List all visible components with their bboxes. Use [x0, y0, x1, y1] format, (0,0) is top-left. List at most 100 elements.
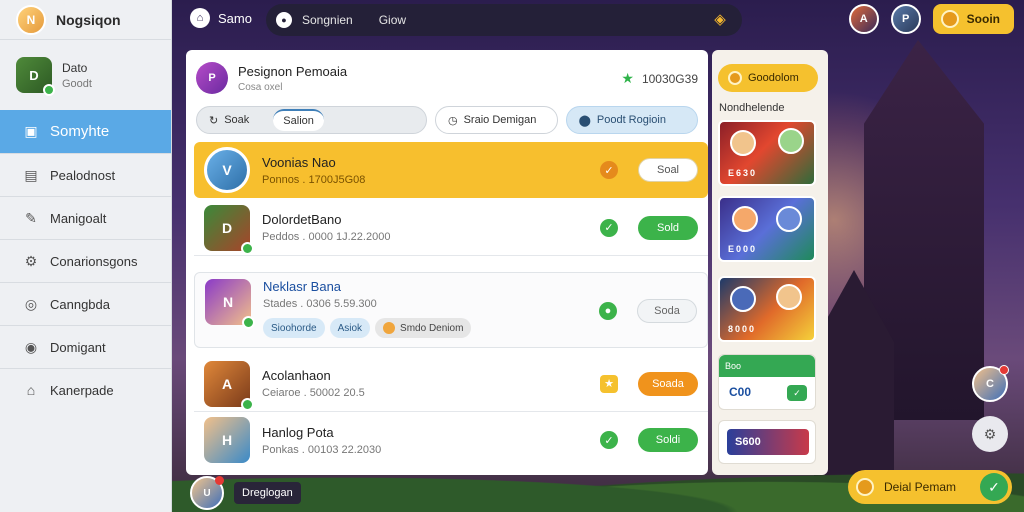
lobby-panel: P Pesignon Pemoaia Cosa oxel ★ 10030G39 …: [186, 50, 708, 475]
join-button[interactable]: Soda: [637, 299, 697, 323]
sidebar-item-manigoalt[interactable]: ✎ Manigoalt: [0, 196, 171, 239]
featured-games-column: Goodolom Nondhelende E630 E000 8000 Boo …: [712, 50, 828, 475]
tab-sort-selected[interactable]: Salion: [273, 109, 324, 131]
sidebar-user[interactable]: D Dato Goodt: [0, 40, 171, 110]
join-button[interactable]: Soldi: [638, 428, 698, 452]
reward-card[interactable]: Boo C00 ✓: [718, 354, 816, 410]
game-thumbnail[interactable]: E000: [718, 196, 816, 262]
document-icon: ▤: [24, 166, 38, 183]
player-initial: V: [222, 162, 232, 178]
player-avatar[interactable]: V: [204, 147, 250, 193]
star-icon: ★: [621, 70, 634, 86]
sidebar-item-conarionsgons[interactable]: ⚙ Conarionsgons: [0, 239, 171, 282]
join-button[interactable]: Sold: [638, 215, 698, 240]
profile-avatar[interactable]: P: [890, 4, 921, 34]
tab-smart[interactable]: ◷ Sraio Demigan: [434, 106, 558, 134]
lobby-row[interactable]: V Voonias Nao Ponnos . 1700J5G08 ✓ Soal: [194, 142, 708, 198]
lobby-row-expanded[interactable]: N Neklasr Bana Stades . 0306 5.59.300 Si…: [194, 272, 708, 348]
user-initial: D: [29, 67, 39, 83]
lobby-row[interactable]: A Acolanhaon Ceiaroe . 50002 20.5 ★ Soad…: [194, 356, 708, 412]
sidebar-item-kanerpade[interactable]: ⌂ Kanerpade: [0, 368, 171, 411]
online-badge: [242, 316, 255, 329]
gold-reward-button[interactable]: Goodolom: [718, 64, 818, 92]
user-subtitle: Goodt: [62, 77, 92, 90]
user-avatar[interactable]: D: [16, 57, 55, 96]
game-thumbnail[interactable]: 8000: [718, 276, 816, 342]
chat-avatar[interactable]: C: [972, 365, 1009, 402]
sidebar-item-pealodnost[interactable]: ▤ Pealodnost: [0, 153, 171, 196]
refresh-icon: ↻: [209, 114, 219, 127]
home-button[interactable]: ⌂ Samo: [190, 8, 252, 28]
player-name: Hanlog Pota: [262, 424, 334, 440]
bonus-card[interactable]: S600: [718, 420, 816, 464]
clock-icon: ◷: [447, 114, 458, 127]
bottom-user-avatar[interactable]: U: [190, 476, 224, 510]
detail-button[interactable]: Deial Pemam ✓: [848, 470, 1012, 504]
trophy-icon: ★: [600, 374, 618, 393]
player-name: Neklasr Bana: [263, 279, 342, 294]
sidebar-item-label: Pealodnost: [50, 167, 116, 183]
detail-button-label: Deial Pemam: [884, 480, 957, 494]
tag-chip[interactable]: Sioohorde: [263, 318, 325, 338]
game-thumbnail[interactable]: E630: [718, 120, 816, 186]
search-bar[interactable]: ● Songnien Giow ◈: [266, 4, 742, 36]
gold-label: Sooin: [966, 12, 1000, 26]
game-label: E000: [728, 244, 758, 254]
search-label: Songnien: [302, 13, 353, 27]
player-name: Acolanhaon: [262, 368, 331, 383]
player-avatar[interactable]: D: [204, 204, 254, 255]
tab-sort[interactable]: ↻ Soak Salion: [196, 106, 427, 134]
bottom-user[interactable]: U Dreglogan: [190, 476, 301, 510]
player-avatar[interactable]: N: [205, 279, 255, 329]
featured-caption: Nondhelende: [719, 102, 785, 114]
hero-portrait: [776, 284, 802, 310]
search-input[interactable]: Giow: [379, 13, 406, 27]
sidebar-item-label: Kanerpade: [50, 382, 114, 398]
lobby-row[interactable]: D DolordetBano Peddos . 0000 1J.22.2000 …: [194, 200, 708, 256]
lobby-row[interactable]: H Hanlog Pota Ponkas . 00103 22.2030 ✓ S…: [194, 412, 708, 468]
player-initial: H: [221, 432, 233, 448]
panel-avatar[interactable]: P: [196, 62, 228, 94]
player-count: ★ 10030G39: [621, 70, 698, 87]
player-avatar[interactable]: H: [204, 417, 250, 463]
top-right-controls: A P Sooin: [848, 4, 1014, 34]
check-badge-icon: ✓: [600, 161, 618, 179]
sidebar-item-label: Conarionsgons: [50, 253, 138, 269]
notification-badge: [999, 365, 1009, 375]
sidebar-item-label: Domigant: [50, 339, 106, 355]
player-name: Voonias Nao: [262, 154, 336, 170]
player-meta: Ceiaroe . 50002 20.5: [262, 387, 365, 399]
tag-list: Sioohorde Asiok Smdo Deniom: [263, 318, 472, 338]
join-button[interactable]: Soada: [638, 371, 698, 396]
home-icon: ⌂: [190, 8, 210, 28]
settings-button[interactable]: ⚙: [972, 416, 1008, 452]
search-icon: ●: [276, 12, 292, 28]
sidebar-item-domigant[interactable]: ◉ Domigant: [0, 325, 171, 368]
notification-badge: [215, 476, 224, 485]
app-logo-avatar[interactable]: N: [16, 4, 46, 35]
confirm-check-icon[interactable]: ✓: [980, 473, 1008, 501]
player-avatar[interactable]: A: [204, 360, 254, 411]
bonus-card-value: S600: [727, 429, 809, 455]
gold-button[interactable]: Sooin: [932, 4, 1014, 34]
tag-chip[interactable]: Asiok: [329, 318, 371, 338]
online-badge: [241, 397, 254, 411]
player-initial: A: [221, 375, 233, 392]
top-bar: ⌂ Samo ● Songnien Giow ◈ A P Sooin: [172, 0, 1024, 40]
tab-sort-label: Soak: [224, 114, 250, 126]
hero-portrait: [732, 206, 758, 232]
tab-region-label: Poodt Rogioin: [596, 114, 666, 126]
join-button[interactable]: Soal: [638, 158, 698, 182]
lock-icon: ●: [599, 302, 617, 320]
sidebar-nav: ▣ Somyhte ▤ Pealodnost ✎ Manigoalt ⚙ Conario…: [0, 110, 171, 411]
friend-avatar[interactable]: A: [848, 4, 879, 34]
gear-icon: ⚙: [24, 252, 38, 269]
eye-icon: ◉: [24, 338, 38, 355]
tag-chip[interactable]: Smdo Deniom: [375, 318, 472, 338]
sidebar-item-canngbda[interactable]: ◎ Canngbda: [0, 282, 171, 325]
game-label: 8000: [728, 324, 757, 334]
filter-icon[interactable]: ◈: [710, 10, 730, 30]
tab-region[interactable]: ⬤ Poodt Rogioin: [565, 106, 698, 134]
sidebar-item-somyhte[interactable]: ▣ Somyhte: [0, 110, 171, 153]
check-icon: ✓: [787, 385, 807, 401]
